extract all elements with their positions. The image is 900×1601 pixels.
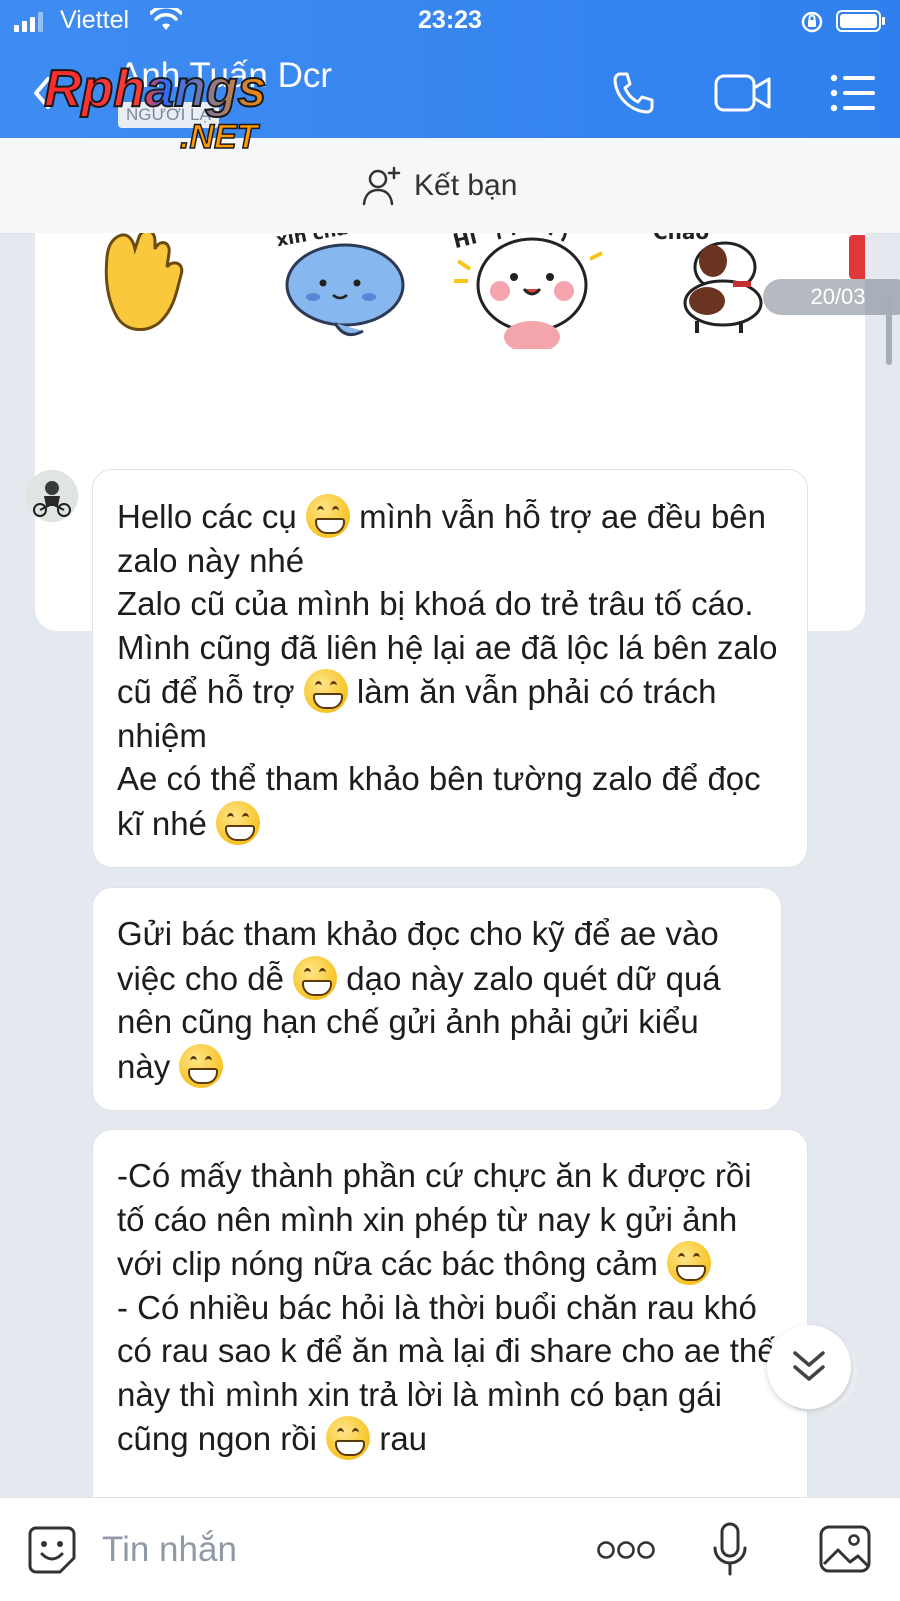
sticker-icon[interactable] bbox=[26, 1524, 78, 1576]
add-friend-button[interactable]: Kết bạn bbox=[362, 166, 517, 206]
top-bar: Viettel 23:23 Anh Tuấn Dcr NGƯỜI LẠ Rpha… bbox=[0, 0, 900, 157]
svg-text:Rphangs: Rphangs bbox=[44, 60, 266, 118]
status-bar: Viettel 23:23 bbox=[0, 0, 900, 44]
scroll-to-bottom-button[interactable] bbox=[767, 1325, 851, 1409]
xin-chao-cat-sticker[interactable]: xin chào bbox=[275, 233, 415, 343]
chat-area[interactable]: xin chào Hi Chào 2 bbox=[0, 233, 900, 1497]
menu-list-icon[interactable] bbox=[830, 72, 876, 114]
message-text: Hello các cụ bbox=[117, 498, 306, 535]
grin-emoji-icon bbox=[667, 1241, 712, 1285]
grin-emoji-icon bbox=[179, 1043, 224, 1088]
message-text: rau bbox=[370, 1420, 428, 1457]
hello-bunny-sticker[interactable]: Hi bbox=[450, 233, 610, 349]
add-user-icon bbox=[362, 166, 401, 206]
microphone-icon[interactable] bbox=[712, 1522, 748, 1578]
grin-emoji-icon bbox=[305, 494, 350, 538]
message-text: -Có mấy thành phần cứ chực ăn k được rồi… bbox=[117, 1157, 761, 1282]
watermark-logo: Rphangs .NET bbox=[43, 59, 267, 157]
grin-emoji-icon bbox=[293, 955, 338, 1000]
sticker-date-badge: 20/03 bbox=[763, 279, 900, 315]
grin-emoji-icon bbox=[216, 800, 261, 845]
grin-emoji-icon bbox=[326, 1416, 371, 1460]
phone-icon[interactable] bbox=[610, 70, 656, 116]
avatar-image bbox=[26, 470, 78, 522]
svg-text:Chào: Chào bbox=[653, 233, 709, 244]
message-bubble[interactable]: Gửi bác tham khảo đọc cho kỹ để ae vào v… bbox=[92, 887, 782, 1111]
image-icon[interactable] bbox=[818, 1524, 872, 1574]
message-input[interactable] bbox=[100, 1526, 564, 1574]
grin-emoji-icon bbox=[303, 669, 348, 713]
svg-text:Hi: Hi bbox=[451, 233, 480, 253]
rotation-lock-icon bbox=[801, 11, 823, 33]
add-friend-label: Kết bạn bbox=[414, 169, 518, 202]
message-bubble[interactable]: -Có mấy thành phần cứ chực ăn k được rồi… bbox=[92, 1129, 808, 1497]
waving-hand-sticker[interactable] bbox=[97, 233, 217, 337]
message-text: - Có nhiều bác hỏi là thời buổi chăn rau… bbox=[117, 1288, 776, 1457]
avatar[interactable] bbox=[26, 470, 78, 522]
svg-text:.NET: .NET bbox=[180, 118, 261, 156]
message-bubble[interactable]: Hello các cụ mình vẫn hỗ trợ ae đều bên … bbox=[92, 469, 808, 868]
message-input-bar bbox=[0, 1497, 900, 1601]
double-chevron-down-icon bbox=[793, 1351, 825, 1381]
scrollbar[interactable] bbox=[886, 295, 892, 365]
battery-icon bbox=[836, 10, 885, 32]
more-options-icon[interactable] bbox=[596, 1538, 656, 1562]
next-sticker-edge bbox=[849, 235, 865, 279]
clock: 23:23 bbox=[418, 6, 482, 34]
video-call-icon[interactable] bbox=[714, 70, 772, 116]
